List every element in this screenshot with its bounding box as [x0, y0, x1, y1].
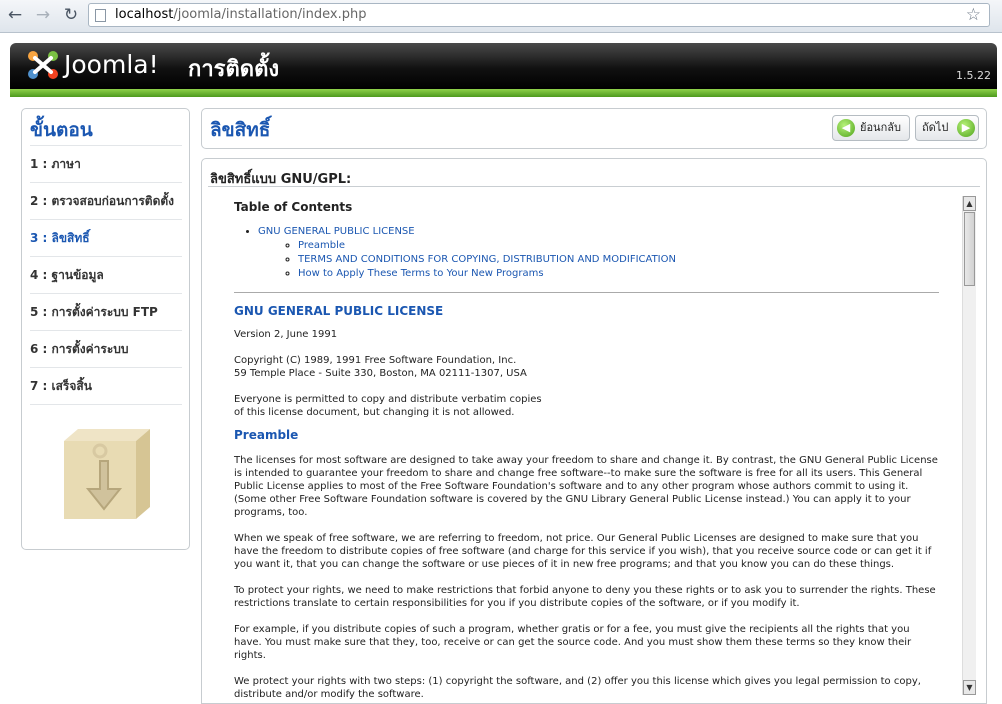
- toc-subitem: How to Apply These Terms to Your New Pro…: [298, 267, 939, 281]
- address-bar[interactable]: localhost/joomla/installation/index.php …: [88, 3, 990, 27]
- forward-arrow-icon[interactable]: →: [32, 4, 54, 26]
- copyright-address: 59 Temple Place - Suite 330, Boston, MA …: [234, 368, 527, 379]
- permission-line: of this license document, but changing i…: [234, 407, 515, 418]
- toc-item: GNU GENERAL PUBLIC LICENSE Preamble TERM…: [258, 225, 939, 281]
- paragraph: For example, if you distribute copies of…: [234, 624, 912, 661]
- license-heading: GNU GENERAL PUBLIC LICENSE: [234, 304, 444, 318]
- scroll-down-icon[interactable]: ▼: [963, 680, 976, 695]
- joomla-logo-icon: [28, 51, 58, 79]
- license-text: Table of Contents GNU GENERAL PUBLIC LIC…: [234, 195, 939, 701]
- next-button[interactable]: ถัดไป ▶: [915, 115, 979, 141]
- license-panel: ลิขสิทธิ์แบบ GNU/GPL: Table of Contents …: [201, 158, 987, 704]
- reload-icon[interactable]: ↻: [60, 4, 82, 26]
- step-precheck: 2 : ตรวจสอบก่อนการติดตั้ง: [30, 182, 182, 219]
- version-label: 1.5.22: [956, 69, 991, 82]
- permission-line: Everyone is permitted to copy and distri…: [234, 394, 542, 405]
- step-ftp: 5 : การตั้งค่าระบบ FTP: [30, 293, 182, 330]
- next-button-label: ถัดไป: [922, 121, 949, 134]
- step-language: 1 : ภาษา: [30, 145, 182, 182]
- step-titlebar: ลิขสิทธิ์ ◀ ย้อนกลับ ถัดไป ▶: [201, 108, 987, 149]
- divider: [208, 186, 980, 187]
- preamble-heading: Preamble: [234, 428, 299, 442]
- back-button-label: ย้อนกลับ: [860, 121, 901, 134]
- sidebar-title: ขั้นตอน: [30, 119, 93, 141]
- paragraph: We protect your rights with two steps: (…: [234, 676, 921, 700]
- toc-list: GNU GENERAL PUBLIC LICENSE Preamble TERM…: [234, 225, 939, 281]
- logo-wordmark: Joomla!: [64, 50, 159, 79]
- steps-sidebar: ขั้นตอน 1 : ภาษา 2 : ตรวจสอบก่อนการติดตั…: [21, 108, 190, 550]
- scroll-thumb[interactable]: [964, 212, 975, 286]
- step-database: 4 : ฐานข้อมูล: [30, 256, 182, 293]
- header-accent-bar: [10, 89, 997, 97]
- page-title: ลิขสิทธิ์: [210, 119, 271, 141]
- url-host: localhost: [115, 7, 174, 22]
- toc-link-terms[interactable]: TERMS AND CONDITIONS FOR COPYING, DISTRI…: [298, 254, 676, 265]
- step-license: 3 : ลิขสิทธิ์: [30, 219, 182, 256]
- header-title: การติดตั้ง: [188, 57, 280, 82]
- logo-text: Joomla!: [64, 50, 159, 79]
- installer-header: Joomla! การติดตั้ง 1.5.22: [10, 43, 997, 89]
- license-scrollbar[interactable]: ▲ ▼: [962, 196, 976, 695]
- toc-title: Table of Contents: [234, 200, 353, 214]
- next-circle-icon: ▶: [957, 119, 975, 137]
- back-arrow-icon[interactable]: ←: [4, 4, 26, 26]
- toc-link-howto[interactable]: How to Apply These Terms to Your New Pro…: [298, 268, 544, 279]
- url-text: localhost/joomla/installation/index.php: [115, 7, 366, 22]
- toc-subitem: TERMS AND CONDITIONS FOR COPYING, DISTRI…: [298, 253, 939, 267]
- scroll-up-icon[interactable]: ▲: [963, 196, 976, 211]
- install-box-icon: [64, 429, 150, 519]
- step-finish: 7 : เสร็จสิ้น: [30, 367, 182, 405]
- paragraph: The licenses for most software are desig…: [234, 455, 938, 518]
- toc-link-preamble[interactable]: Preamble: [298, 240, 345, 251]
- back-circle-icon: ◀: [837, 119, 855, 137]
- star-icon[interactable]: ☆: [966, 5, 981, 25]
- back-button[interactable]: ◀ ย้อนกลับ: [832, 115, 910, 141]
- browser-toolbar: ← → ↻ localhost/joomla/installation/inde…: [0, 0, 1002, 33]
- copyright-line: Copyright (C) 1989, 1991 Free Software F…: [234, 355, 517, 366]
- steps-list: 1 : ภาษา 2 : ตรวจสอบก่อนการติดตั้ง 3 : ล…: [30, 145, 182, 405]
- paragraph: To protect your rights, we need to make …: [234, 585, 936, 609]
- paragraph: When we speak of free software, we are r…: [234, 533, 932, 570]
- step-configuration: 6 : การตั้งค่าระบบ: [30, 330, 182, 367]
- page-icon: [95, 9, 106, 22]
- license-version: Version 2, June 1991: [234, 329, 338, 340]
- toc-subitem: Preamble: [298, 239, 939, 253]
- toc-link-gpl[interactable]: GNU GENERAL PUBLIC LICENSE: [258, 226, 415, 237]
- url-path: /joomla/installation/index.php: [173, 7, 367, 22]
- toc-sublist: Preamble TERMS AND CONDITIONS FOR COPYIN…: [258, 239, 939, 281]
